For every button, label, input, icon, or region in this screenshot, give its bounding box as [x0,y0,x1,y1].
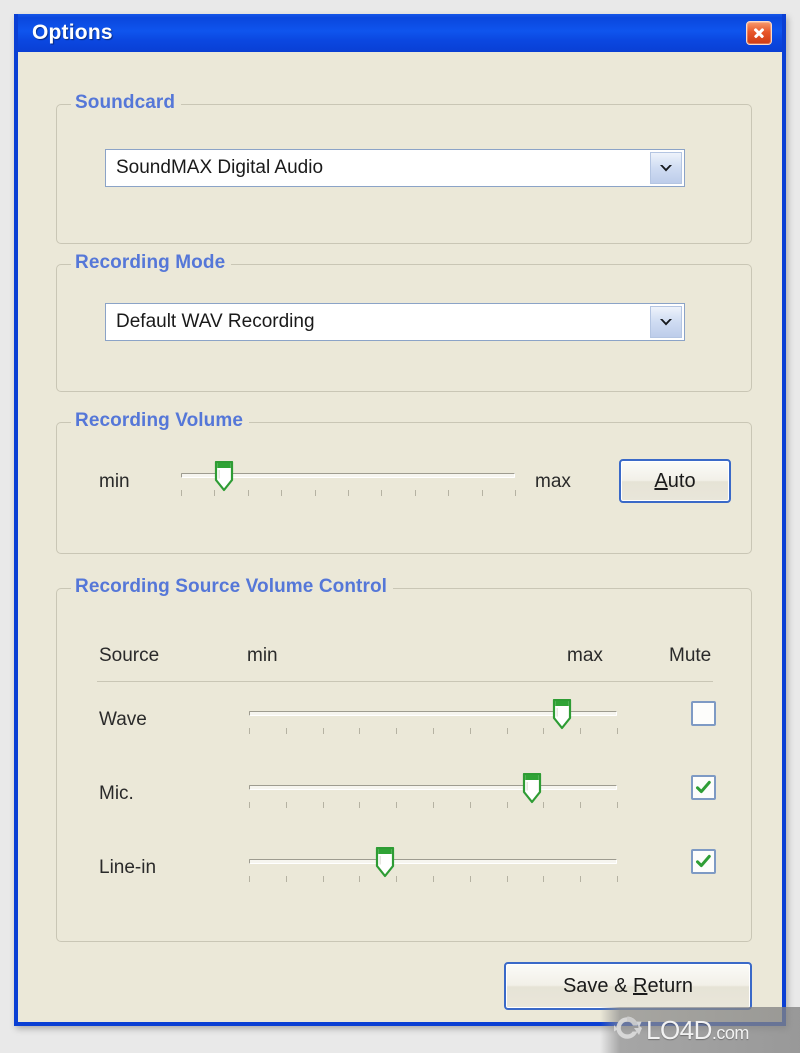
source-slider-wave[interactable] [249,695,618,735]
save-button-label-prefix: Save & [562,974,633,997]
slider-track[interactable] [249,785,617,790]
header-divider [97,681,713,682]
recording-volume-slider[interactable] [181,457,516,497]
source-label-wave: Wave [99,709,147,730]
titlebar: Options [18,14,782,52]
chevron-down-icon[interactable] [650,152,682,184]
group-recording-source: Recording Source Volume Control Source m… [56,576,752,942]
close-icon[interactable] [746,21,772,45]
soundcard-combobox[interactable]: SoundMAX Digital Audio [105,149,685,187]
auto-button-accel: A [654,469,668,492]
mute-checkbox-wave[interactable] [691,701,716,726]
group-soundcard-legend: Soundcard [71,92,182,114]
save-and-return-button[interactable]: Save & Return [504,962,752,1010]
slider-track[interactable] [249,859,617,864]
recording-volume-min-label: min [99,471,130,492]
source-slider-line-in[interactable] [249,843,618,884]
mute-checkbox-line-in[interactable] [691,849,716,874]
save-button-accel: R [633,974,648,997]
source-label-mic: Mic. [99,783,134,804]
auto-button-label: uto [667,469,696,492]
column-header-max: max [567,645,603,666]
window-title: Options [32,21,113,44]
slider-ticks [249,802,618,810]
column-header-source: Source [99,645,160,666]
chevron-down-icon[interactable] [650,306,682,338]
recording-mode-combobox-value: Default WAV Recording [116,311,315,332]
group-recording-mode: Recording Mode Default WAV Recording [56,252,752,392]
mute-checkbox-mic[interactable] [691,775,716,800]
slider-ticks [249,876,618,884]
slider-thumb[interactable] [552,699,572,730]
dialog-client-area: Soundcard SoundMAX Digital Audio Recordi… [18,52,782,1022]
group-recording-source-legend: Recording Source Volume Control [71,576,394,598]
recording-mode-combobox[interactable]: Default WAV Recording [105,303,685,341]
screen: Options Soundcard SoundMAX Digital Audio [0,0,800,1053]
column-header-mute: Mute [669,645,712,666]
source-label-line-in: Line-in [99,857,157,878]
save-button-label-suffix: eturn [647,974,694,997]
group-soundcard: Soundcard SoundMAX Digital Audio [56,92,752,244]
source-slider-mic[interactable] [249,769,618,810]
recording-volume-max-label: max [535,471,571,492]
group-recording-volume-legend: Recording Volume [71,410,250,432]
soundcard-combobox-value: SoundMAX Digital Audio [116,157,324,178]
column-header-min: min [247,645,278,666]
auto-button[interactable]: Auto [619,459,731,503]
slider-thumb[interactable] [214,461,234,492]
slider-thumb[interactable] [375,847,395,878]
group-recording-volume: Recording Volume min max Auto [56,410,752,554]
group-recording-mode-legend: Recording Mode [71,252,232,274]
options-dialog: Options Soundcard SoundMAX Digital Audio [14,14,786,1026]
slider-thumb[interactable] [522,773,542,804]
